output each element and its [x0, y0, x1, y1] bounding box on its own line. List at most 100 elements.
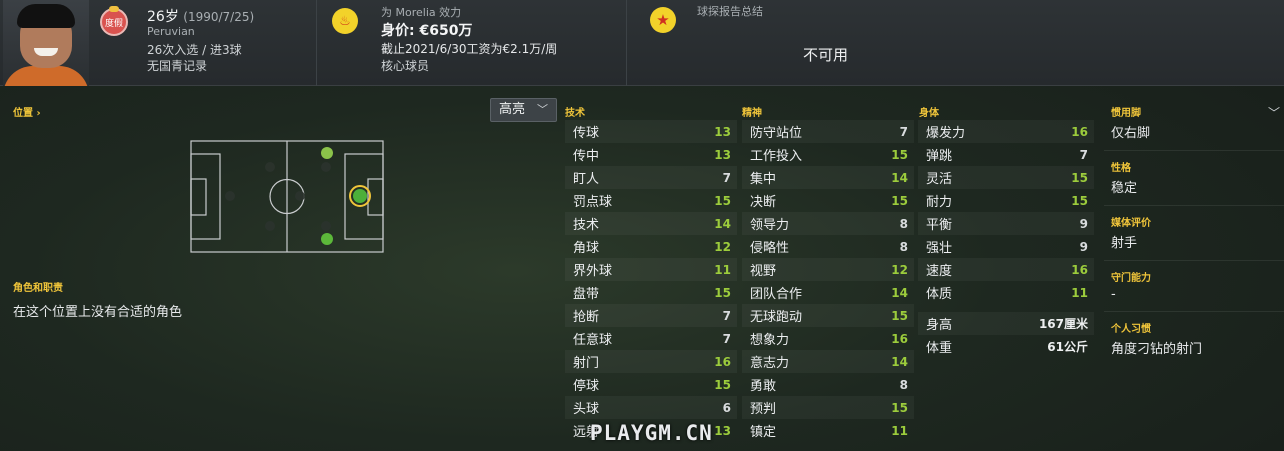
attribute-value: 167厘米 — [1038, 317, 1088, 331]
attribute-row[interactable]: 侵略性 8 — [742, 235, 914, 258]
player-info-panel: 惯用脚 仅右脚 性格 稳定 媒体评价 射手 守门能力 - 个人习惯 角度刁钻的射… — [1104, 96, 1284, 366]
header-divider — [626, 0, 627, 86]
attribute-name: 侵略性 — [750, 241, 790, 256]
attribute-row[interactable]: 防守站位 7 — [742, 120, 914, 143]
club-name[interactable]: 为 Morelia 效力 — [381, 4, 461, 20]
attribute-name: 射门 — [573, 356, 600, 371]
player-photo[interactable] — [3, 0, 89, 86]
attribute-name: 领导力 — [750, 218, 790, 233]
technical-title: 技术 — [565, 108, 585, 119]
attribute-value: 7 — [722, 308, 731, 323]
attribute-row[interactable]: 身高 167厘米 — [918, 312, 1094, 335]
attribute-name: 抢断 — [573, 310, 600, 325]
attribute-name: 传中 — [573, 149, 600, 164]
attribute-value: 11 — [891, 423, 908, 438]
attribute-row[interactable]: 射门 16 — [565, 350, 737, 373]
nationality[interactable]: Peruvian — [147, 25, 195, 38]
attribute-name: 头球 — [573, 402, 600, 417]
club-badge-icon[interactable]: ♨ — [332, 8, 358, 34]
attribute-row[interactable]: 传中 13 — [565, 143, 737, 166]
attribute-name: 界外球 — [573, 264, 613, 279]
roles-text: 在这个位置上没有合适的角色 — [13, 305, 183, 320]
attribute-name: 勇敢 — [750, 379, 777, 394]
attribute-row[interactable]: 强壮 9 — [918, 235, 1094, 258]
attribute-row[interactable]: 视野 12 — [742, 258, 914, 281]
attribute-row[interactable]: 决断 15 — [742, 189, 914, 212]
attribute-value: 16 — [1071, 124, 1088, 139]
attribute-row[interactable]: 耐力 15 — [918, 189, 1094, 212]
attribute-row[interactable]: 团队合作 14 — [742, 281, 914, 304]
attribute-row[interactable]: 传球 13 — [565, 120, 737, 143]
squad-status: 核心球员 — [381, 59, 430, 73]
attribute-value: 11 — [1071, 285, 1088, 300]
physical-attributes: 爆发力 16 弹跳 7 灵活 15 耐力 15 平衡 9 强壮 9 速度 16 体质 11 — [918, 120, 1094, 304]
attribute-value: 15 — [714, 285, 731, 300]
attribute-row[interactable]: 罚点球 15 — [565, 189, 737, 212]
attribute-row[interactable]: 平衡 9 — [918, 212, 1094, 235]
physical-measurements: 身高 167厘米体重 61公斤 — [918, 312, 1094, 358]
attribute-name: 身高 — [926, 318, 953, 333]
attribute-row[interactable]: 盘带 15 — [565, 281, 737, 304]
attribute-name: 体重 — [926, 341, 953, 356]
attribute-value: 13 — [714, 124, 731, 139]
attribute-name: 任意球 — [573, 333, 613, 348]
highlight-label: 高亮 — [499, 102, 526, 117]
attribute-row[interactable]: 停球 15 — [565, 373, 737, 396]
attribute-name: 预判 — [750, 402, 777, 417]
attribute-name: 无球跑动 — [750, 310, 803, 325]
attribute-row[interactable]: 集中 14 — [742, 166, 914, 189]
attribute-row[interactable]: 界外球 11 — [565, 258, 737, 281]
highlight-dropdown[interactable]: 高亮 ﹀ — [490, 98, 557, 122]
attribute-row[interactable]: 工作投入 15 — [742, 143, 914, 166]
position-dot-aml — [321, 233, 333, 245]
attribute-name: 团队合作 — [750, 287, 803, 302]
attribute-value: 6 — [722, 400, 731, 415]
attribute-row[interactable]: 盯人 7 — [565, 166, 737, 189]
watermark: PLAYGM.CN — [590, 421, 713, 445]
attribute-row[interactable]: 体重 61公斤 — [918, 335, 1094, 358]
attribute-value: 9 — [1079, 216, 1088, 231]
attribute-value: 14 — [714, 216, 731, 231]
attribute-value: 16 — [714, 354, 731, 369]
attribute-row[interactable]: 无球跑动 15 — [742, 304, 914, 327]
attribute-row[interactable]: 技术 14 — [565, 212, 737, 235]
attribute-row[interactable]: 速度 16 — [918, 258, 1094, 281]
attribute-value: 8 — [899, 377, 908, 392]
position-link[interactable]: 位置 › — [13, 104, 41, 119]
attribute-name: 速度 — [926, 264, 953, 279]
attribute-value: 14 — [891, 285, 908, 300]
attribute-value: 13 — [714, 147, 731, 162]
attribute-row[interactable]: 弹跳 7 — [918, 143, 1094, 166]
attribute-name: 罚点球 — [573, 195, 613, 210]
date-of-birth: (1990/7/25) — [183, 10, 255, 24]
attribute-value: 7 — [899, 124, 908, 139]
attribute-row[interactable]: 意志力 14 — [742, 350, 914, 373]
attribute-row[interactable]: 预判 15 — [742, 396, 914, 419]
player-header: 度假 26岁 (1990/7/25) Peruvian 26次入选 / 进3球 … — [0, 0, 1284, 86]
attribute-row[interactable]: 角球 12 — [565, 235, 737, 258]
attribute-row[interactable]: 镇定 11 — [742, 419, 914, 442]
attribute-row[interactable]: 想象力 16 — [742, 327, 914, 350]
age-value: 26岁 — [147, 9, 179, 25]
player-traits-value[interactable]: 角度刁钻的射门 — [1104, 338, 1284, 366]
attribute-row[interactable]: 勇敢 8 — [742, 373, 914, 396]
attribute-row[interactable]: 体质 11 — [918, 281, 1094, 304]
attribute-row[interactable]: 灵活 15 — [918, 166, 1094, 189]
preferred-foot-value: 仅右脚 — [1111, 126, 1151, 141]
attribute-value: 15 — [891, 193, 908, 208]
header-divider — [316, 0, 317, 86]
attribute-row[interactable]: 任意球 7 — [565, 327, 737, 350]
attribute-name: 视野 — [750, 264, 777, 279]
mental-attributes: 防守站位 7 工作投入 15 集中 14 决断 15 领导力 8 侵略性 8 视野 12 团队合作 14 无球跑… — [742, 120, 914, 442]
attribute-value: 16 — [1071, 262, 1088, 277]
contract-wage: 截止2021/6/30工资为€2.1万/周 — [381, 42, 558, 56]
attribute-row[interactable]: 爆发力 16 — [918, 120, 1094, 143]
attribute-name: 镇定 — [750, 425, 777, 440]
youth-record: 无国青记录 — [147, 59, 208, 73]
attribute-row[interactable]: 抢断 7 — [565, 304, 737, 327]
attribute-value: 12 — [891, 262, 908, 277]
attribute-row[interactable]: 领导力 8 — [742, 212, 914, 235]
attribute-name: 意志力 — [750, 356, 790, 371]
attribute-name: 停球 — [573, 379, 600, 394]
attribute-row[interactable]: 头球 6 — [565, 396, 737, 419]
